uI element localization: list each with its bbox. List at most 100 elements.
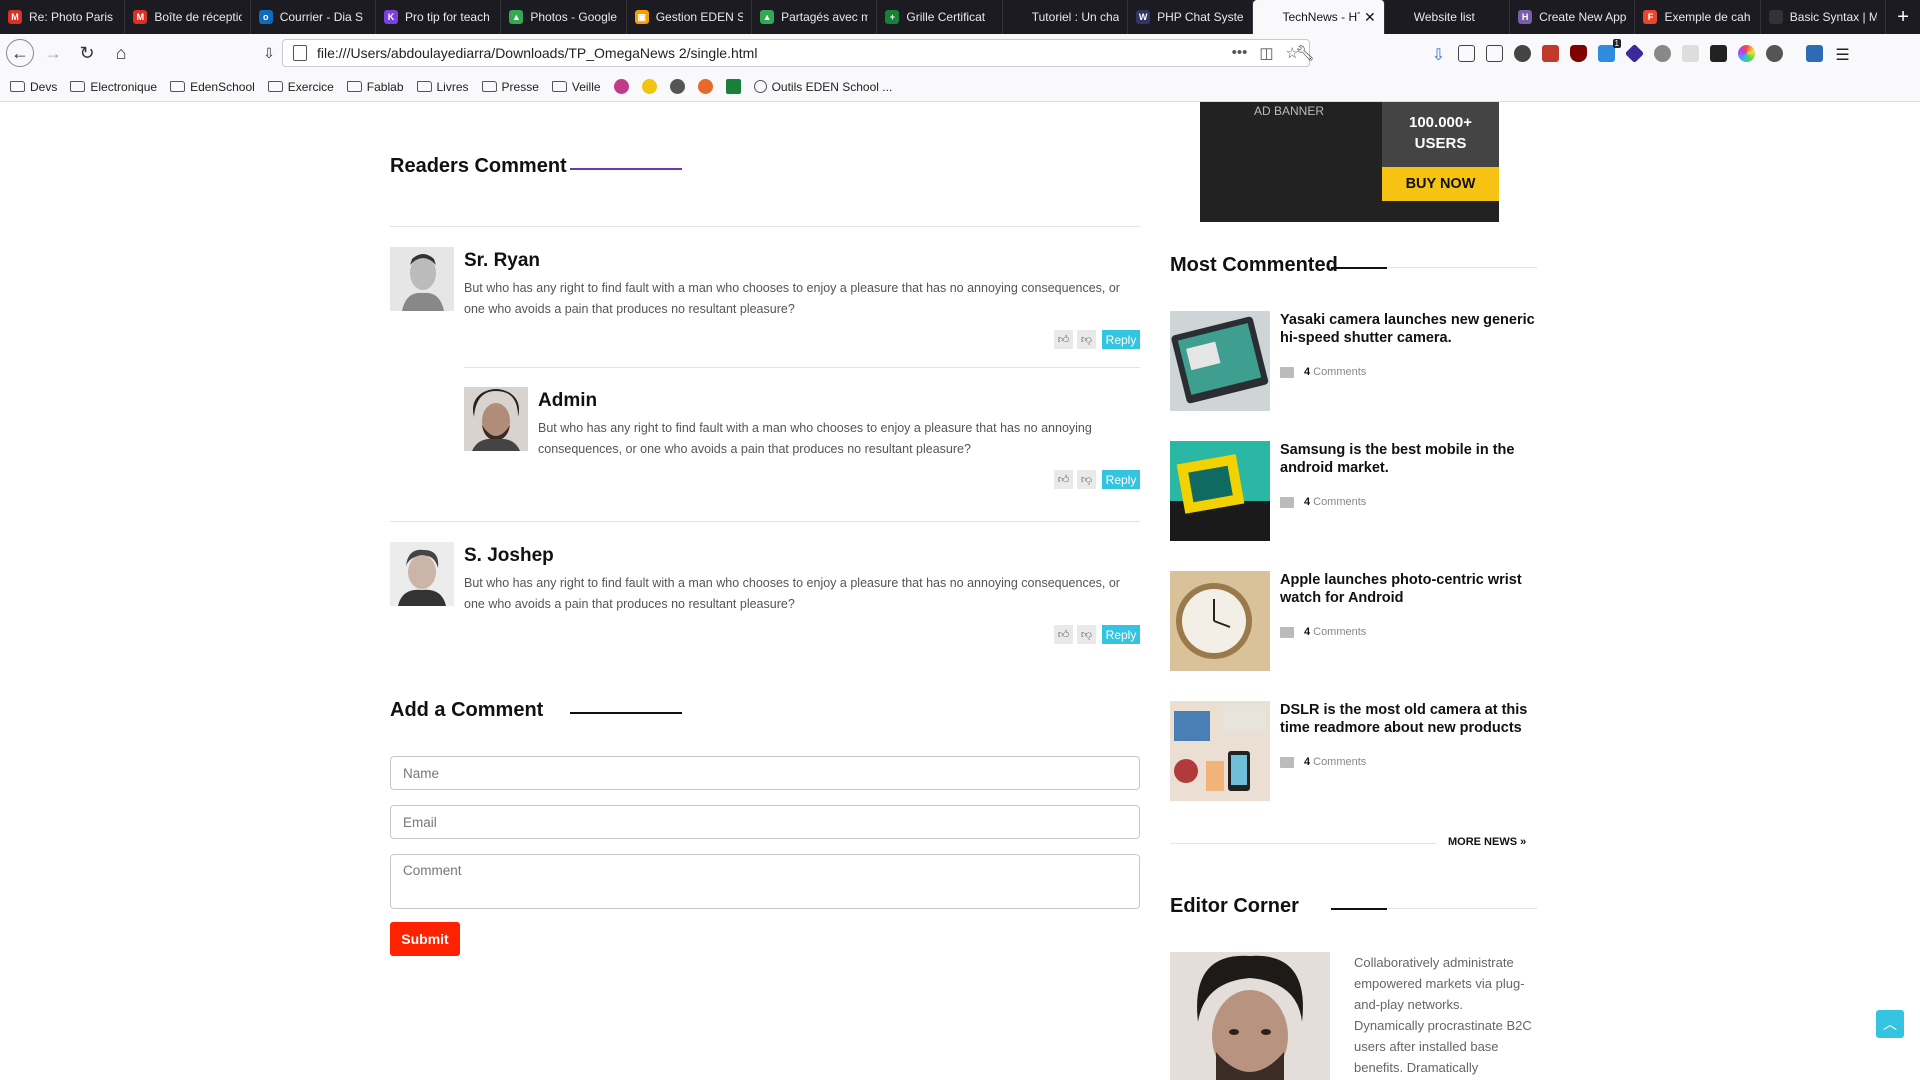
bookmark-folder[interactable]: Exercice xyxy=(267,80,334,94)
dislike-button[interactable]: 👎︎ xyxy=(1077,470,1096,489)
avatar-bearded-man-icon xyxy=(464,387,528,451)
pocket-icon[interactable]: ◫ xyxy=(1259,44,1273,62)
home-button[interactable]: ⌂ xyxy=(106,38,136,68)
bookmark-label: Veille xyxy=(571,79,601,94)
like-button[interactable]: 👍︎ xyxy=(1054,625,1073,644)
news-title[interactable]: Yasaki camera launches new generic hi-sp… xyxy=(1280,311,1540,347)
folder-icon xyxy=(70,81,86,92)
news-title[interactable]: DSLR is the most old camera at this time… xyxy=(1280,701,1540,737)
gitlab-icon[interactable] xyxy=(697,79,713,94)
menu-icon[interactable]: ☰ xyxy=(1834,45,1851,64)
browser-tab[interactable]: TechNews - HTM✕ xyxy=(1253,0,1385,34)
divider xyxy=(464,367,1140,368)
bug-icon[interactable] xyxy=(1766,44,1783,62)
close-tab-icon[interactable]: ✕ xyxy=(1360,9,1376,26)
wrench-icon[interactable]: 🔧︎ xyxy=(1290,38,1320,68)
extension-red-icon[interactable] xyxy=(1542,44,1559,62)
extension-blue-icon[interactable]: 1 xyxy=(1598,38,1621,62)
browser-tab[interactable]: M Boîte de réception xyxy=(125,0,251,34)
color-picker-icon[interactable] xyxy=(1738,44,1755,62)
extension-gray-icon[interactable] xyxy=(1682,44,1699,62)
dislike-button[interactable]: 👎︎ xyxy=(1077,625,1096,644)
browser-tab[interactable]: F Exemple de cah xyxy=(1635,0,1761,34)
comment-count: 4 xyxy=(1304,366,1311,378)
news-thumbnail xyxy=(1170,701,1270,801)
tab-favicon-icon xyxy=(1768,10,1783,24)
forward-button[interactable]: → xyxy=(38,38,68,68)
comment-icon xyxy=(1280,366,1294,378)
reply-button[interactable]: Reply xyxy=(1102,470,1140,489)
bookmark-folder[interactable]: Veille xyxy=(551,79,601,94)
globe-icon[interactable] xyxy=(669,79,685,94)
new-tab-button[interactable]: + xyxy=(1886,0,1920,34)
email-input[interactable] xyxy=(390,805,1140,839)
extensions-icon[interactable] xyxy=(1806,44,1823,62)
tab-favicon-icon: W xyxy=(1136,10,1151,24)
bookmark-folder[interactable]: EdenSchool xyxy=(170,80,255,94)
comment-icon xyxy=(1280,626,1294,638)
tab-label: Basic Syntax | M xyxy=(1789,10,1878,24)
bookmark-folder[interactable]: Electronique xyxy=(70,80,157,94)
url-bar[interactable]: file:///Users/abdoulayediarra/Downloads/… xyxy=(282,39,1310,67)
account-icon[interactable] xyxy=(1514,44,1531,62)
browser-tab[interactable]: Website list xyxy=(1385,0,1511,34)
back-button[interactable]: ← xyxy=(6,39,34,67)
scroll-to-top-button[interactable]: ︿ xyxy=(1876,1010,1904,1038)
reply-button[interactable]: Reply xyxy=(1102,625,1140,644)
browser-tab[interactable]: H Create New App xyxy=(1510,0,1636,34)
folder-icon xyxy=(481,81,497,92)
sidebar-icon[interactable] xyxy=(1486,44,1503,62)
browser-tab[interactable]: ▲ Partagés avec m xyxy=(752,0,878,34)
readers-comment-title: Readers Comment xyxy=(390,155,567,177)
tab-label: Partagés avec m xyxy=(781,10,869,24)
browser-tab[interactable]: o Courrier - Dia S xyxy=(251,0,377,34)
browser-tab[interactable]: ▣ Gestion EDEN S xyxy=(627,0,753,34)
name-input[interactable] xyxy=(390,756,1140,790)
bookmark-badge-icon[interactable] xyxy=(613,79,629,94)
extension-dark-icon[interactable] xyxy=(1710,44,1727,62)
submit-button[interactable]: Submit xyxy=(390,922,460,956)
like-button[interactable]: 👍︎ xyxy=(1054,330,1073,349)
bookmark-folder[interactable]: Livres xyxy=(416,80,469,94)
title-underline xyxy=(1331,267,1387,269)
library-icon[interactable] xyxy=(1458,44,1475,62)
tab-favicon-icon: o xyxy=(258,10,273,24)
dislike-button[interactable]: 👎︎ xyxy=(1077,330,1096,349)
page-actions-icon[interactable]: ••• xyxy=(1232,44,1248,62)
more-news-link[interactable]: MORE NEWS » xyxy=(1448,836,1526,848)
ublock-icon[interactable] xyxy=(1570,44,1587,62)
news-title[interactable]: Samsung is the best mobile in the androi… xyxy=(1280,441,1540,477)
avatar xyxy=(390,247,454,311)
bookmark-folder[interactable]: Devs xyxy=(10,80,57,94)
browser-tab[interactable]: M Re: Photo Paris xyxy=(0,0,126,34)
ad-users-block: 100.000+ USERS xyxy=(1382,102,1499,167)
buy-now-button[interactable]: BUY NOW xyxy=(1382,167,1499,201)
tab-label: Exemple de cah xyxy=(1664,10,1751,24)
bookmark-outils-eden[interactable]: Outils EDEN School ... xyxy=(753,80,892,94)
bookmark-folder[interactable]: Fablab xyxy=(346,79,404,94)
like-button[interactable]: 👍︎ xyxy=(1054,470,1073,489)
reload-button[interactable]: ↻ xyxy=(72,38,102,68)
browser-tab[interactable]: ▲ Photos - Google xyxy=(501,0,627,34)
browser-tab[interactable]: K Pro tip for teach xyxy=(376,0,502,34)
extension-purple-icon[interactable] xyxy=(1624,43,1645,63)
download-page-icon[interactable]: ⇩ xyxy=(254,38,284,68)
bookmark-folder[interactable]: Presse xyxy=(481,80,539,94)
tab-favicon-icon: + xyxy=(885,10,900,24)
reply-button[interactable]: Reply xyxy=(1102,330,1140,349)
browser-tab[interactable]: + Grille Certificat xyxy=(877,0,1003,34)
browser-tab[interactable]: Tutoriel : Un chat en xyxy=(1003,0,1129,34)
bookmark-label: Fablab xyxy=(366,79,404,94)
browser-tab[interactable]: W PHP Chat Syste xyxy=(1128,0,1254,34)
downloads-icon[interactable]: ⇩ xyxy=(1430,45,1447,64)
sheets-icon[interactable] xyxy=(725,79,741,94)
browser-tab[interactable]: Basic Syntax | M xyxy=(1761,0,1887,34)
tab-favicon-icon: M xyxy=(133,10,148,24)
extension-gear-icon[interactable] xyxy=(1654,44,1671,62)
sun-icon[interactable] xyxy=(641,79,657,94)
comment-textarea[interactable] xyxy=(390,854,1140,909)
ad-banner[interactable]: AD BANNER 100.000+ USERS BUY NOW xyxy=(1200,102,1499,222)
news-title[interactable]: Apple launches photo-centric wrist watch… xyxy=(1280,571,1540,607)
navigation-bar: ← → ↻ ⌂ ⇩ file:///Users/abdoulayediarra/… xyxy=(0,34,1920,72)
folder-icon xyxy=(170,81,186,92)
